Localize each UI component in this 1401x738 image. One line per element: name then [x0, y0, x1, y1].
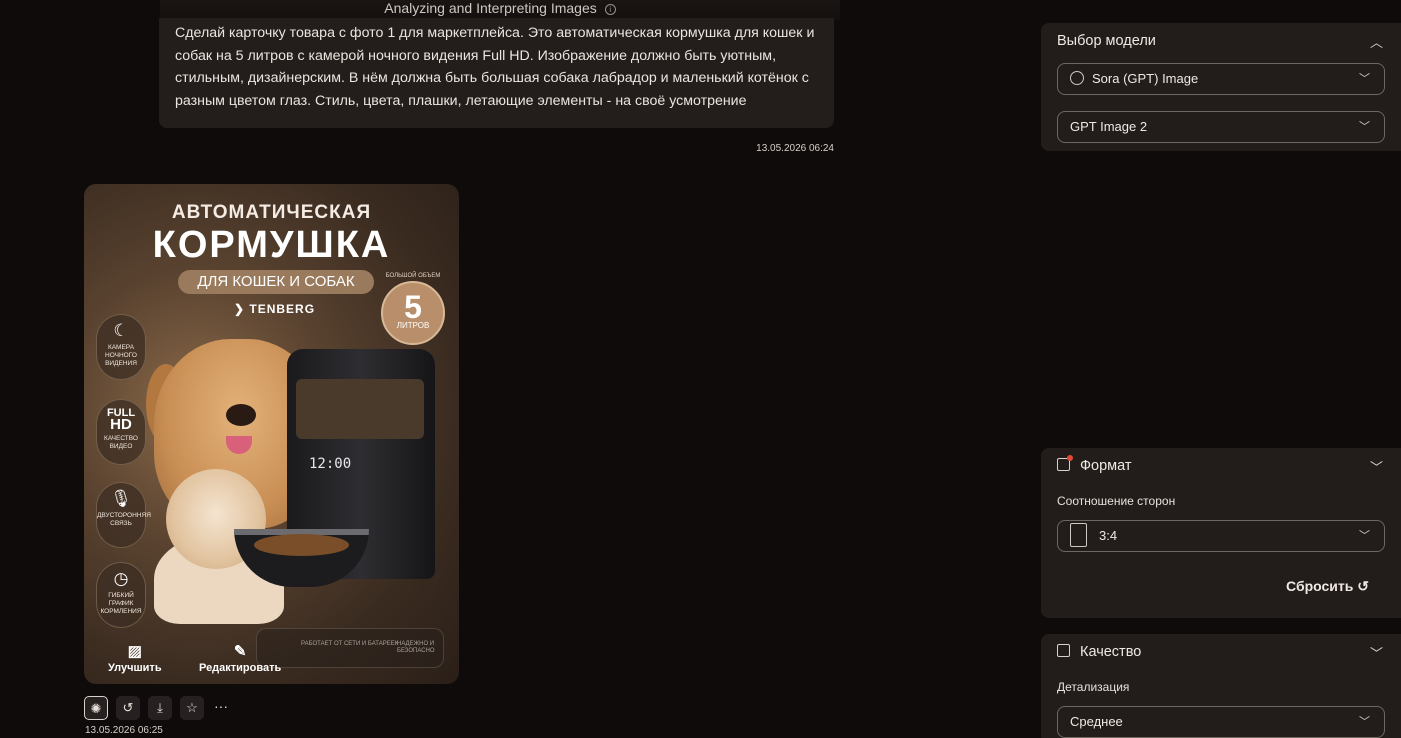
model-value: GPT Image 2 [1070, 119, 1148, 134]
top-label-text: Analyzing and Interpreting Images [384, 0, 597, 16]
format-panel-title: Формат [1057, 455, 1132, 474]
detail-select[interactable]: Среднее ﹀ [1057, 706, 1385, 738]
quality-title-text: Качество [1080, 644, 1142, 660]
history-icon[interactable]: ↺ [116, 696, 140, 720]
card-subtitle-pill: ДЛЯ КОШЕК И СОБАК [178, 270, 374, 294]
chevron-down-icon[interactable]: ﹀ [1370, 457, 1383, 476]
result-timestamp: 13.05.2026 06:25 [85, 725, 163, 736]
reset-label: Сбросить [1286, 578, 1354, 594]
quality-icon [1057, 644, 1070, 657]
user-prompt-bubble: Сделай карточку товара с фото 1 для марк… [159, 18, 834, 128]
full-hd-icon: FULL HD [97, 408, 145, 433]
bowl-food [254, 534, 349, 556]
improve-label: Улучшить [108, 662, 162, 674]
safety-badge-text: НАДЕЖНО И БЕЗОПАСНО [397, 641, 435, 654]
star-icon[interactable]: ☆ [180, 696, 204, 720]
format-title-text: Формат [1080, 458, 1132, 474]
ratio-label: Соотношение сторон [1057, 494, 1176, 508]
brand-text: TENBERG [249, 302, 316, 316]
portrait-ratio-icon [1070, 523, 1087, 548]
image-enhance-icon: ▨ [127, 643, 142, 660]
chevron-down-icon: ﹀ [1359, 716, 1370, 728]
clock-icon: ◷ [113, 569, 129, 588]
card-bottom-badges: РАБОТАЕТ ОТ СЕТИ И БАТАРЕЕК НАДЕЖНО И БЕ… [256, 628, 444, 668]
reset-button[interactable]: Сбросить ↺ [1286, 578, 1369, 595]
model-panel: Выбор модели ︿ Sora (GPT) Image ﹀ GPT Im… [1041, 23, 1401, 151]
provider-value: Sora (GPT) Image [1092, 71, 1199, 86]
generated-image-card[interactable]: АВТОМАТИЧЕСКАЯ КОРМУШКА ДЛЯ КОШЕК И СОБА… [84, 184, 459, 684]
undo-icon: ↺ [1357, 578, 1369, 594]
download-icon[interactable]: ⤓ [148, 696, 172, 720]
chevron-down-icon[interactable]: ﹀ [1370, 643, 1383, 662]
moon-camera-icon: ☾ [113, 321, 129, 340]
chevron-down-icon: ﹀ [1359, 121, 1370, 133]
feature-full-hd: FULL HD КАЧЕСТВО ВИДЕО [96, 399, 146, 465]
feature-schedule: ◷ ГИБКИЙ ГРАФИК КОРМЛЕНИЯ [96, 562, 146, 628]
feature-text: ДВУСТОРОННЯЯ СВЯЗЬ [97, 512, 151, 527]
volume-badge: БОЛЬШОЙ ОБЪЕМ 5 ЛИТРОВ [381, 273, 445, 345]
chevron-up-icon[interactable]: ︿ [1370, 32, 1383, 51]
feeder-food-window [296, 379, 424, 439]
feature-text: ГИБКИЙ ГРАФИК КОРМЛЕНИЯ [100, 592, 142, 615]
provider-select[interactable]: Sora (GPT) Image ﹀ [1057, 63, 1385, 95]
openai-logo-icon [1070, 71, 1084, 85]
card-title-line2: КОРМУШКА [152, 224, 391, 266]
brand-logo: ❯ TENBERG [234, 302, 316, 316]
image-format-icon [1057, 455, 1073, 471]
openai-logo-icon[interactable]: ✺ [84, 696, 108, 720]
feeder-display: 12:00 [309, 456, 352, 472]
edit-button[interactable]: ✎ Редактировать [199, 642, 281, 674]
format-panel: Формат ﹀ Соотношение сторон 3:4 ﹀ Сброси… [1041, 448, 1401, 618]
quality-panel-title: Качество [1057, 644, 1141, 660]
prompt-timestamp: 13.05.2026 06:24 [756, 143, 834, 154]
prompt-text: Сделай карточку товара с фото 1 для марк… [175, 25, 815, 109]
full-hd-line2: HD [110, 416, 132, 433]
feature-two-way-audio: 🎙 ДВУСТОРОННЯЯ СВЯЗЬ [96, 482, 151, 548]
chevron-down-icon: ﹀ [1359, 530, 1370, 542]
edit-label: Редактировать [199, 662, 282, 674]
ratio-value: 3:4 [1099, 528, 1118, 543]
volume-unit: ЛИТРОВ [396, 321, 430, 330]
detail-label: Детализация [1057, 680, 1130, 694]
model-select[interactable]: GPT Image 2 ﹀ [1057, 111, 1385, 143]
card-title-line1: АВТОМАТИЧЕСКАЯ [171, 202, 372, 223]
more-options-icon[interactable]: ··· [214, 696, 228, 716]
chat-top-label: Analyzing and Interpreting Images i [160, 0, 840, 20]
info-icon[interactable]: i [604, 4, 616, 15]
improve-button[interactable]: ▨ Улучшить [108, 642, 162, 674]
ratio-select[interactable]: 3:4 ﹀ [1057, 520, 1385, 552]
volume-small-text: БОЛЬШОЙ ОБЪЕМ [385, 273, 441, 279]
feature-night-camera: ☾ КАМЕРА НОЧНОГО ВИДЕНИЯ [96, 314, 146, 380]
feature-text: КАЧЕСТВО ВИДЕО [104, 435, 138, 450]
dog-nose [226, 404, 256, 426]
microphone-icon: 🎙 [110, 489, 132, 508]
model-panel-title: Выбор модели [1057, 33, 1156, 49]
feature-text: КАМЕРА НОЧНОГО ВИДЕНИЯ [105, 344, 137, 367]
chevron-down-icon: ﹀ [1359, 73, 1370, 85]
detail-value: Среднее [1070, 714, 1123, 729]
magic-pen-icon: ✎ [233, 643, 247, 660]
quality-panel: Качество ﹀ Детализация Среднее ﹀ [1041, 634, 1401, 738]
power-badge-text: РАБОТАЕТ ОТ СЕТИ И БАТАРЕЕК [301, 641, 399, 647]
